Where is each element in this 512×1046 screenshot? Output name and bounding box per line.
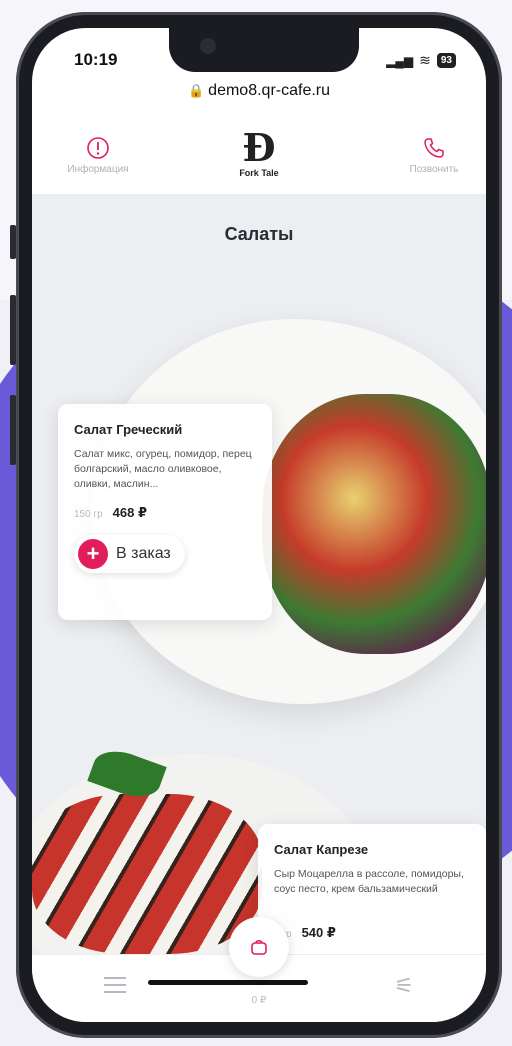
plus-icon: + bbox=[78, 539, 108, 569]
bottom-nav: 0 ₽ ⚟ bbox=[32, 917, 486, 1022]
dish-weight: 150 гр bbox=[74, 509, 103, 520]
logo-mark: Ɖ bbox=[242, 125, 276, 170]
address-bar[interactable]: 🔒 demo8.qr-cafe.ru bbox=[32, 82, 486, 100]
section-title: Салаты bbox=[224, 224, 294, 244]
lock-icon: 🔒 bbox=[187, 83, 205, 98]
call-label: Позвонить bbox=[409, 164, 459, 175]
add-to-order-label: В заказ bbox=[116, 545, 171, 562]
signal-icon: ▂▄▆ bbox=[386, 53, 414, 68]
cart-total: 0 ₽ bbox=[251, 995, 267, 1006]
dish-image-caprese-salad bbox=[32, 794, 262, 954]
info-icon bbox=[87, 137, 109, 159]
info-label: Информация bbox=[67, 164, 129, 175]
logo[interactable]: Ɖ Fork Tale bbox=[229, 125, 289, 179]
menu-content[interactable]: Салаты Салат Греческий Салат микс, огуре… bbox=[32, 194, 486, 954]
call-button[interactable]: Позвонить bbox=[384, 136, 484, 175]
phone-icon bbox=[424, 138, 444, 158]
info-button[interactable]: Информация bbox=[48, 136, 148, 175]
phone-frame: 10:19 ▂▄▆ ≋ 93 🔒 demo8.qr-cafe.ru Информа… bbox=[16, 12, 502, 1038]
add-to-order-button[interactable]: + В заказ bbox=[74, 535, 185, 573]
dish-price: 468 ₽ bbox=[112, 505, 148, 520]
site-header: Информация Ɖ Fork Tale Позвонить bbox=[32, 118, 486, 195]
home-indicator bbox=[148, 980, 308, 985]
dish-card[interactable]: Салат Капрезе Сыр Моцарелла в рассоле, п… bbox=[258, 824, 486, 954]
phone-screen: 10:19 ▂▄▆ ≋ 93 🔒 demo8.qr-cafe.ru Информа… bbox=[32, 28, 486, 1022]
cart-button[interactable] bbox=[229, 917, 289, 977]
camera bbox=[200, 38, 216, 54]
dish-name: Салат Греческий bbox=[74, 422, 183, 437]
menu-icon[interactable] bbox=[104, 977, 126, 998]
dish-name: Салат Капрезе bbox=[274, 842, 369, 857]
notch bbox=[169, 28, 359, 72]
wifi-icon: ≋ bbox=[419, 52, 431, 68]
dish-description: Салат микс, огурец, помидор, перец болга… bbox=[74, 448, 252, 490]
dish-image-greek-salad bbox=[262, 394, 486, 654]
logo-text: Fork Tale bbox=[239, 168, 279, 178]
filter-icon[interactable]: ⚟ bbox=[394, 973, 414, 999]
dish-card[interactable]: Салат Греческий Салат микс, огурец, поми… bbox=[58, 404, 272, 620]
battery-icon: 93 bbox=[436, 53, 456, 68]
dish-price: 540 ₽ bbox=[301, 925, 336, 940]
shopping-bag-icon bbox=[251, 939, 267, 955]
dish-description: Сыр Моцарелла в рассоле, помидоры, соус … bbox=[274, 868, 464, 895]
url-text: demo8.qr-cafe.ru bbox=[208, 82, 331, 99]
status-time: 10:19 bbox=[74, 50, 118, 69]
